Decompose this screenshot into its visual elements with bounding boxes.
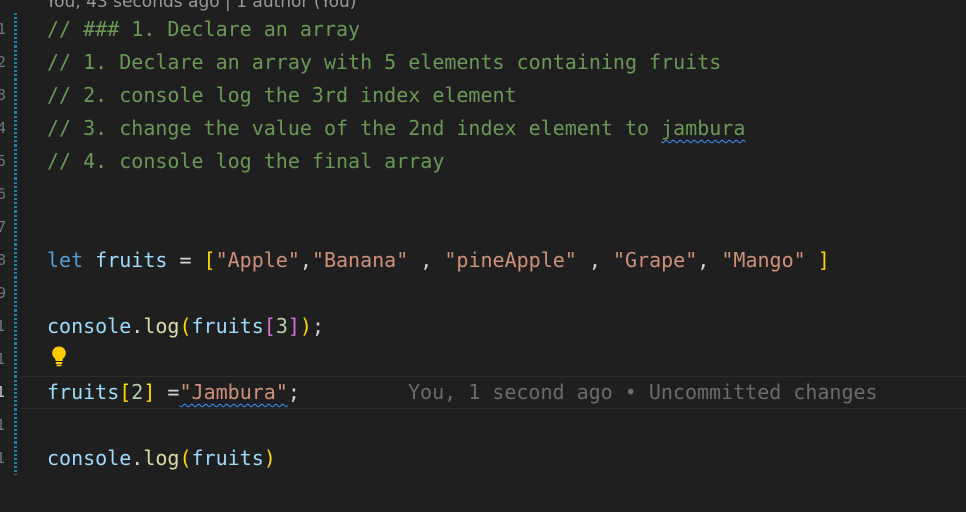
- code-line[interactable]: 6: [0, 178, 966, 211]
- bracket: (: [179, 446, 192, 470]
- spelling-warning-word[interactable]: jambura: [661, 116, 745, 140]
- bracket: [: [203, 248, 216, 272]
- string-literal: "pineApple": [444, 248, 577, 272]
- identifier-fruits: fruits: [47, 380, 120, 404]
- line-number: 3: [0, 86, 6, 104]
- dot: .: [131, 314, 144, 338]
- identifier-console: console: [47, 314, 132, 338]
- git-modified-marker[interactable]: [14, 112, 17, 145]
- comment-text: // 4. console log the final array: [47, 149, 445, 173]
- semicolon: ;: [287, 380, 300, 404]
- line-number: 7: [0, 218, 6, 236]
- line-number: 2: [0, 53, 6, 71]
- number-literal: 2: [131, 380, 144, 404]
- bracket: ]: [287, 314, 300, 338]
- bracket: ]: [805, 248, 830, 272]
- line-number: 12: [0, 383, 6, 401]
- code-line[interactable]: 13: [0, 409, 966, 442]
- keyword-let: let: [47, 248, 84, 272]
- operator-assign: =: [167, 248, 204, 272]
- comma: ,: [408, 248, 445, 272]
- identifier-fruits: fruits: [191, 314, 264, 338]
- comma: ,: [697, 248, 722, 272]
- line-number: 10: [0, 317, 6, 335]
- dot: .: [131, 446, 144, 470]
- string-literal[interactable]: "Jambura": [179, 380, 287, 404]
- comment-text: // ### 1. Declare an array: [47, 17, 361, 41]
- code-line[interactable]: 3 // 2. console log the 3rd index elemen…: [0, 79, 966, 112]
- identifier-fruits: fruits: [191, 446, 264, 470]
- comment-text: // 3. change the value of the 2nd index …: [47, 112, 745, 145]
- code-line[interactable]: 9: [0, 277, 966, 310]
- git-modified-marker[interactable]: [14, 244, 17, 277]
- git-modified-marker[interactable]: [14, 79, 17, 112]
- string-literal: "Grape": [612, 248, 698, 272]
- line-number: 14: [0, 449, 6, 467]
- code-line[interactable]: 5 // 4. console log the final array: [0, 145, 966, 178]
- number-literal: 3: [275, 314, 288, 338]
- line-number: 8: [0, 251, 6, 269]
- git-modified-marker[interactable]: [14, 409, 17, 442]
- code-line[interactable]: 14 console.log(fruits): [0, 442, 966, 475]
- lightbulb-icon[interactable]: [50, 345, 68, 367]
- git-blame-codelens[interactable]: You, 43 seconds ago | 1 author (You): [46, 0, 356, 12]
- code-line[interactable]: 4 // 3. change the value of the 2nd inde…: [0, 112, 966, 145]
- comma: ,: [576, 248, 613, 272]
- bracket: (: [179, 314, 192, 338]
- inline-git-blame[interactable]: You, 1 second ago • Uncommitted changes: [408, 376, 878, 409]
- git-modified-marker[interactable]: [14, 310, 17, 343]
- bracket: [: [119, 380, 132, 404]
- method-log: log: [143, 446, 180, 470]
- code-line[interactable]: 10 console.log(fruits[3]);: [0, 310, 966, 343]
- code-line[interactable]: 1 // ### 1. Declare an array: [0, 13, 966, 46]
- code-line[interactable]: 11: [0, 343, 966, 376]
- code-line[interactable]: 2 // 1. Declare an array with 5 elements…: [0, 46, 966, 79]
- bracket: ): [263, 446, 276, 470]
- string-literal: "Apple": [215, 248, 300, 272]
- code-text: fruits[2] ="Jambura";: [47, 376, 300, 409]
- git-modified-marker[interactable]: [14, 376, 17, 409]
- git-modified-marker[interactable]: [14, 442, 17, 475]
- line-number: 6: [0, 185, 6, 203]
- git-modified-marker[interactable]: [14, 277, 17, 310]
- git-modified-marker[interactable]: [14, 178, 17, 211]
- code-line[interactable]: 7: [0, 211, 966, 244]
- git-modified-marker[interactable]: [14, 145, 17, 178]
- code-text: console.log(fruits): [47, 442, 276, 475]
- identifier-console: console: [47, 446, 132, 470]
- git-modified-marker[interactable]: [14, 211, 17, 244]
- git-modified-marker[interactable]: [14, 46, 17, 79]
- string-literal: "Banana": [311, 248, 409, 272]
- comma: ,: [299, 248, 312, 272]
- identifier-fruits: fruits: [95, 248, 168, 272]
- code-line[interactable]: 8 let fruits = ["Apple","Banana" , "pine…: [0, 244, 966, 277]
- code-text: let fruits = ["Apple","Banana" , "pineAp…: [47, 244, 830, 277]
- line-number: 13: [0, 416, 6, 434]
- comment-text: // 1. Declare an array with 5 elements c…: [47, 50, 722, 74]
- comment-text-part: // 3. change the value of the 2nd index …: [47, 116, 662, 140]
- bracket: ]: [143, 380, 156, 404]
- git-modified-marker[interactable]: [14, 343, 17, 376]
- bracket: [: [263, 314, 276, 338]
- line-number: 4: [0, 119, 6, 137]
- git-modified-marker[interactable]: [14, 13, 17, 46]
- comment-text: // 2. console log the 3rd index element: [47, 83, 517, 107]
- method-log: log: [143, 314, 180, 338]
- line-number: 11: [0, 350, 6, 368]
- code-editor[interactable]: You, 43 seconds ago | 1 author (You) 1 /…: [0, 0, 966, 512]
- operator-assign: =: [155, 380, 180, 404]
- line-number: 5: [0, 152, 6, 170]
- string-literal: "Mango": [721, 248, 806, 272]
- bracket: ): [299, 314, 312, 338]
- code-text: console.log(fruits[3]);: [47, 310, 324, 343]
- code-line[interactable]: 12 fruits[2] ="Jambura"; You, 1 second a…: [0, 376, 966, 409]
- semicolon: ;: [311, 314, 324, 338]
- line-number: 1: [0, 20, 6, 38]
- line-number: 9: [0, 284, 6, 302]
